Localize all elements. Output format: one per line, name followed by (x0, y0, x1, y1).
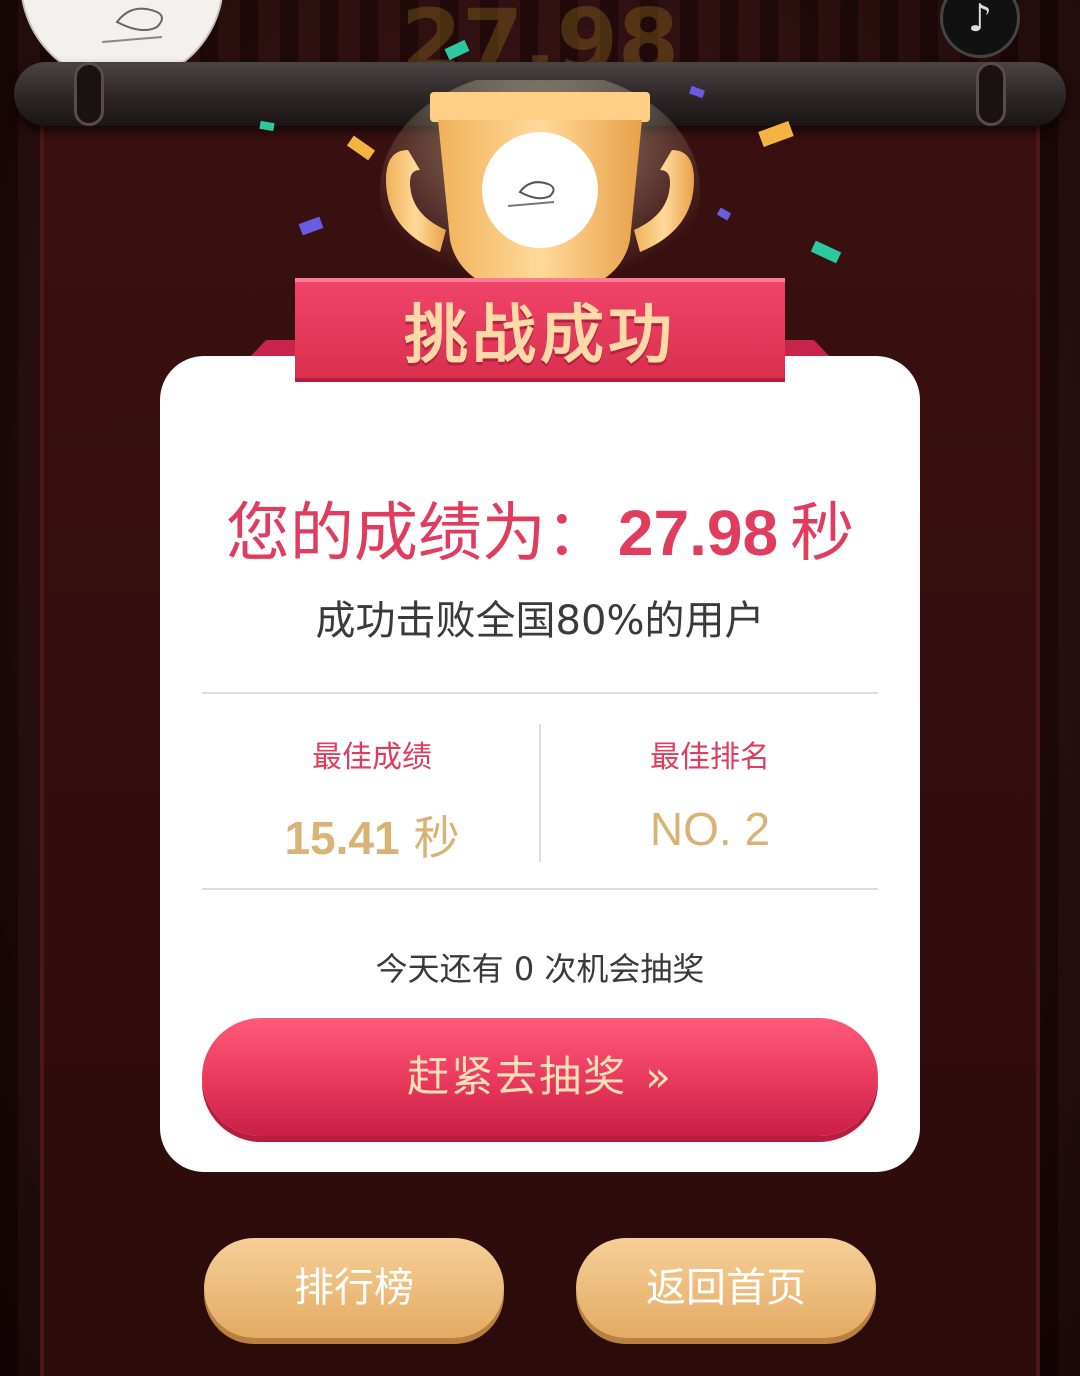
go-lottery-button[interactable]: 赶紧去抽奖 » (202, 1018, 878, 1136)
return-home-button[interactable]: 返回首页 (576, 1238, 876, 1338)
score-unit: 秒 (790, 497, 855, 571)
best-score-unit: 秒 (413, 811, 460, 865)
best-score-number: 15.41 (284, 812, 400, 864)
best-rank-block: 最佳排名 NO. 2 (540, 732, 880, 856)
return-home-label: 返回首页 (646, 1265, 806, 1311)
divider-top (202, 692, 878, 694)
divider-bottom (202, 888, 878, 890)
go-lottery-label: 赶紧去抽奖 (407, 1052, 628, 1101)
lottery-chances-text: 今天还有 0 次机会抽奖 (375, 950, 705, 988)
banner-title: 挑战成功 (404, 298, 676, 373)
best-score-block: 最佳成绩 15.41 秒 (202, 732, 542, 868)
leaderboard-label: 排行榜 (294, 1265, 414, 1311)
double-chevron-right-icon: » (645, 1052, 673, 1101)
score-prefix: 您的成绩为： (225, 497, 610, 571)
score-value: 27.98 (617, 497, 779, 569)
leaderboard-button[interactable]: 排行榜 (204, 1238, 504, 1338)
score-line: 您的成绩为： 27.98 秒 (160, 482, 920, 574)
best-rank-label: 最佳排名 (650, 740, 770, 775)
beat-percentage-text: 成功击败全国80%的用户 (315, 598, 765, 644)
best-rank-value: NO. 2 (649, 803, 771, 855)
success-banner: 挑战成功 (295, 278, 785, 382)
best-score-label: 最佳成绩 (312, 740, 432, 775)
best-score-value: 15.41 秒 (202, 802, 542, 868)
music-note-icon: ♪ (967, 0, 993, 40)
result-card: 您的成绩为： 27.98 秒 成功击败全国80%的用户 最佳成绩 15.41 秒 最佳… (160, 356, 920, 1172)
